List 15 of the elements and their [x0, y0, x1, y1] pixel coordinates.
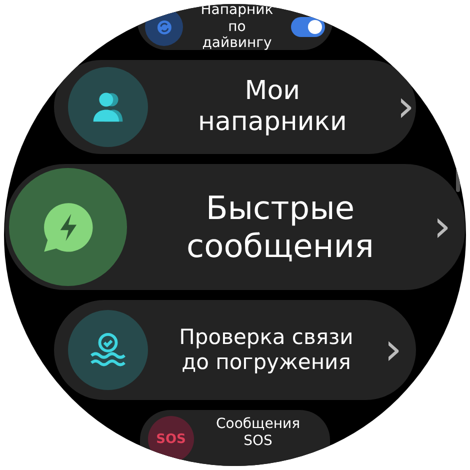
toggle-switch[interactable] — [291, 17, 325, 37]
chevron-icon: › — [396, 85, 414, 129]
menu-item-label: Мои напарники — [197, 76, 348, 138]
menu-item[interactable]: SOS Сообщения SOS — [140, 410, 330, 466]
menu-item[interactable]: Проверка связи до погружения › — [54, 300, 416, 400]
menu-item[interactable]: Напарник по дайвингу — [137, 4, 333, 50]
menu-item-label: Быстрые сообщения — [186, 188, 375, 266]
chevron-icon: › — [433, 205, 451, 249]
menu-item[interactable]: Быстрые сообщения › — [5, 164, 465, 290]
menu-item-label: Проверка связи до погружения — [178, 324, 354, 376]
menu-item[interactable]: Мои напарники › — [54, 60, 416, 154]
menu-item-label: Напарник по дайвингу — [200, 4, 274, 52]
menu-item-label: Сообщения SOS — [214, 416, 301, 450]
chevron-icon: › — [384, 328, 402, 372]
sos-label: SOS — [156, 432, 186, 446]
